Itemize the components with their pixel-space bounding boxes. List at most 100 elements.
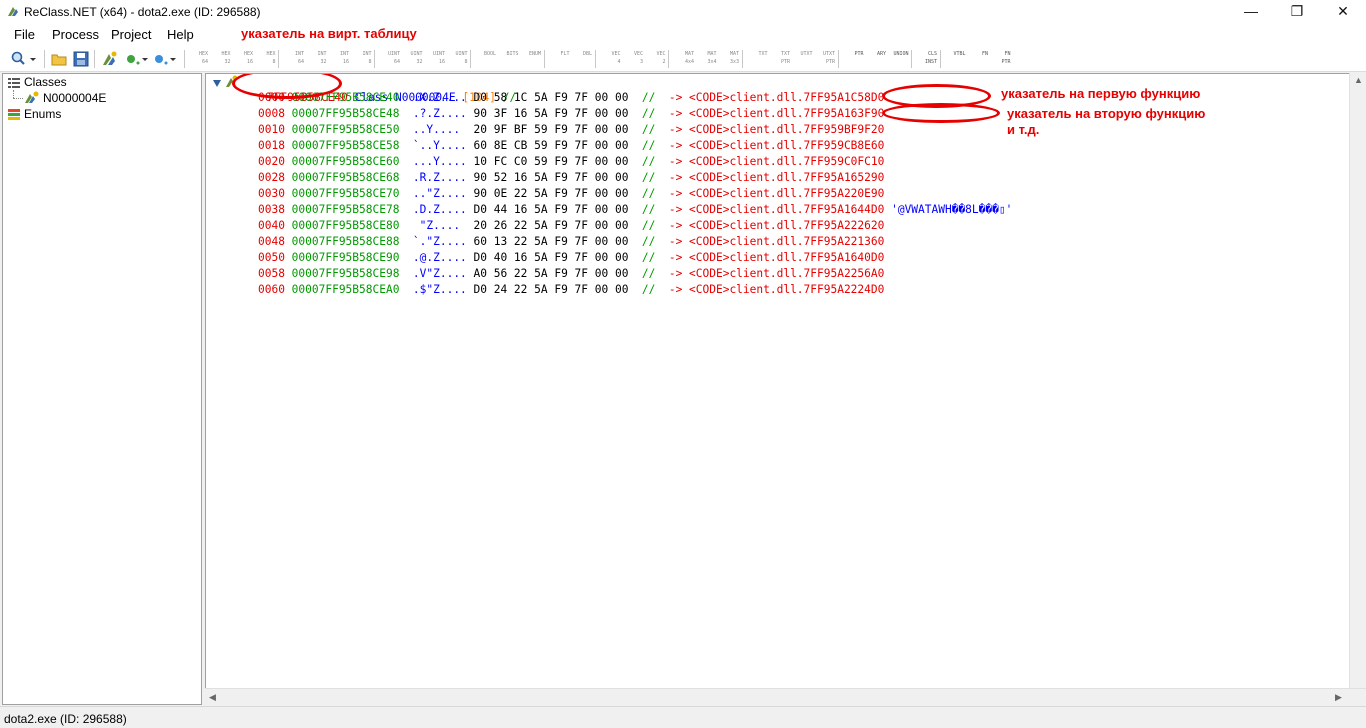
scroll-up-icon[interactable]: ▲ (1354, 75, 1363, 85)
row-comment-marker[interactable]: // (642, 154, 669, 170)
row-target: <CODE>client.dll.7FF95A221360 (689, 235, 885, 248)
node-type-button[interactable]: MAT 3x4 (699, 50, 717, 70)
open-folder-icon[interactable] (50, 50, 68, 68)
node-row[interactable]: 0018 00007FF95B58CE58 `..Y.... 60 8E CB 59 … (258, 138, 884, 154)
node-type-sublabel: 3x3 (729, 59, 739, 65)
row-ascii: .$"Z.... (412, 283, 467, 296)
node-type-sublabel: 32 (224, 59, 231, 65)
node-type-button[interactable]: INT 8 (354, 50, 371, 70)
save-icon[interactable] (72, 50, 90, 68)
node-type-button[interactable]: INT 32 (309, 50, 326, 70)
row-comment-marker[interactable]: // (642, 202, 669, 218)
node-type-button[interactable]: HEX 16 (235, 50, 253, 70)
class-add-icon[interactable] (100, 50, 118, 68)
node-type-button[interactable]: BITS (501, 50, 518, 70)
close-button[interactable]: ✕ (1320, 0, 1366, 24)
menu-project[interactable]: Project (111, 27, 151, 42)
node-row[interactable]: 0030 00007FF95B58CE70 .."Z.... 90 0E 22 5A … (258, 186, 884, 202)
row-comment-marker[interactable]: // (642, 218, 669, 234)
node-row[interactable]: 0048 00007FF95B58CE88 `."Z.... 60 13 22 5A … (258, 234, 884, 250)
row-comment-marker[interactable]: // (642, 250, 669, 266)
node-type-button[interactable]: INT 64 (286, 50, 304, 70)
vertical-scrollbar[interactable]: ▲ (1349, 73, 1366, 688)
toolbar-separator (470, 50, 471, 68)
node-type-button[interactable]: VTBL (948, 50, 965, 70)
node-type-button[interactable]: UINT 64 (382, 50, 400, 70)
menu-file[interactable]: File (14, 27, 35, 42)
memory-view[interactable]: 7FF95B58CE40 Class N0000004E [104] // 00… (205, 73, 1366, 705)
node-type-button[interactable]: TXT (750, 50, 767, 70)
node-row[interactable]: 0000 00007FF95B58CE40 .X.Z.... D0 58 1C 5A … (258, 90, 884, 106)
node-row[interactable]: 0028 00007FF95B58CE68 .R.Z.... 90 52 16 5A … (258, 170, 884, 186)
row-comment-marker[interactable]: // (642, 90, 669, 106)
node-type-sublabel: 64 (201, 59, 208, 65)
row-comment-marker[interactable]: // (642, 170, 669, 186)
node-type-button[interactable]: VEC 4 (603, 50, 620, 70)
tree-class-item[interactable]: N0000004E (43, 90, 106, 106)
node-type-button[interactable]: VEC 2 (648, 50, 665, 70)
node-type-button[interactable]: FN (970, 50, 988, 70)
menu-process[interactable]: Process (52, 27, 99, 42)
chevron-down-icon[interactable] (140, 50, 150, 68)
row-offset: 0028 (258, 171, 285, 184)
node-row[interactable]: 0008 00007FF95B58CE48 .?.Z.... 90 3F 16 5A … (258, 106, 884, 122)
node-type-button[interactable]: PTR (846, 50, 863, 70)
menu-help[interactable]: Help (167, 27, 194, 42)
node-type-button[interactable]: HEX 64 (190, 50, 208, 70)
row-comment-marker[interactable]: // (642, 106, 669, 122)
node-type-label: MAT (707, 51, 717, 57)
collapse-triangle-icon[interactable] (212, 78, 222, 88)
scroll-left-icon[interactable]: ◀ (209, 692, 216, 703)
node-type-button[interactable]: ENUM (523, 50, 541, 70)
chevron-down-icon[interactable] (28, 50, 38, 68)
row-comment-marker[interactable]: // (642, 266, 669, 282)
node-row[interactable]: 0020 00007FF95B58CE60 ...Y.... 10 FC C0 59 … (258, 154, 884, 170)
node-type-button[interactable]: UNION (891, 50, 908, 70)
node-type-button[interactable]: CLS INST (919, 50, 937, 70)
node-type-button[interactable]: UTXT (795, 50, 812, 70)
node-row[interactable]: 0038 00007FF95B58CE78 .D.Z.... D0 44 16 5A … (258, 202, 1012, 218)
node-type-sublabel: 3 (639, 59, 643, 65)
node-type-button[interactable]: UINT 16 (427, 50, 445, 70)
node-row[interactable]: 0058 00007FF95B58CE98 .V"Z.... A0 56 22 5A … (258, 266, 884, 282)
row-ascii: .X.Z.... (412, 91, 467, 104)
horizontal-scrollbar[interactable]: ◀ ▶ (205, 688, 1366, 705)
row-offset: 0038 (258, 203, 285, 216)
row-comment-marker[interactable]: // (642, 122, 669, 138)
row-address: 00007FF95B58CE60 (291, 155, 400, 168)
row-comment-marker[interactable]: // (642, 234, 669, 250)
node-type-button[interactable]: BOOL (478, 50, 496, 70)
node-row[interactable]: 0040 00007FF95B58CE80 "Z.... 20 26 22 5A F… (258, 218, 884, 234)
restore-button[interactable]: ❐ (1274, 0, 1320, 24)
node-type-button[interactable]: FN PTR (993, 50, 1010, 70)
search-icon[interactable] (10, 50, 28, 68)
minimize-button[interactable]: — (1228, 0, 1274, 24)
tree-enums-node[interactable]: Enums (24, 106, 61, 122)
node-row[interactable]: 0050 00007FF95B58CE90 .@.Z.... D0 40 16 5A … (258, 250, 884, 266)
node-type-button[interactable]: MAT 3x3 (721, 50, 739, 70)
node-type-button[interactable]: UINT 8 (450, 50, 467, 70)
node-type-button[interactable]: UINT 32 (405, 50, 422, 70)
window-title: ReClass.NET (x64) - dota2.exe (ID: 29658… (24, 5, 261, 19)
node-row[interactable]: 0060 00007FF95B58CEA0 .$"Z.... D0 24 22 5A … (258, 282, 884, 298)
chevron-down-icon[interactable] (168, 50, 178, 68)
node-type-button[interactable]: HEX 8 (258, 50, 275, 70)
node-row[interactable]: 0010 00007FF95B58CE50 ..Y.... 20 9F BF 59 F… (258, 122, 884, 138)
node-type-button[interactable]: FLT (552, 50, 569, 70)
row-offset: 0008 (258, 107, 285, 120)
row-target: <CODE>client.dll.7FF95A163F90 (689, 107, 885, 120)
node-type-button[interactable]: ARY (868, 50, 886, 70)
row-comment-marker[interactable]: // (642, 186, 669, 202)
tree-classes-node[interactable]: Classes (24, 74, 67, 90)
node-type-button[interactable]: VEC 3 (625, 50, 643, 70)
node-type-button[interactable]: UTXT PTR (817, 50, 835, 70)
node-type-button[interactable]: INT 16 (331, 50, 349, 70)
node-type-button[interactable]: DBL (574, 50, 592, 70)
node-type-button[interactable]: HEX 32 (213, 50, 231, 70)
row-target: <CODE>client.dll.7FF95A165290 (689, 171, 885, 184)
node-type-button[interactable]: TXT PTR (772, 50, 790, 70)
node-type-button[interactable]: MAT 4x4 (676, 50, 694, 70)
row-comment-marker[interactable]: // (642, 282, 669, 298)
scroll-right-icon[interactable]: ▶ (1335, 692, 1342, 703)
row-comment-marker[interactable]: // (642, 138, 669, 154)
